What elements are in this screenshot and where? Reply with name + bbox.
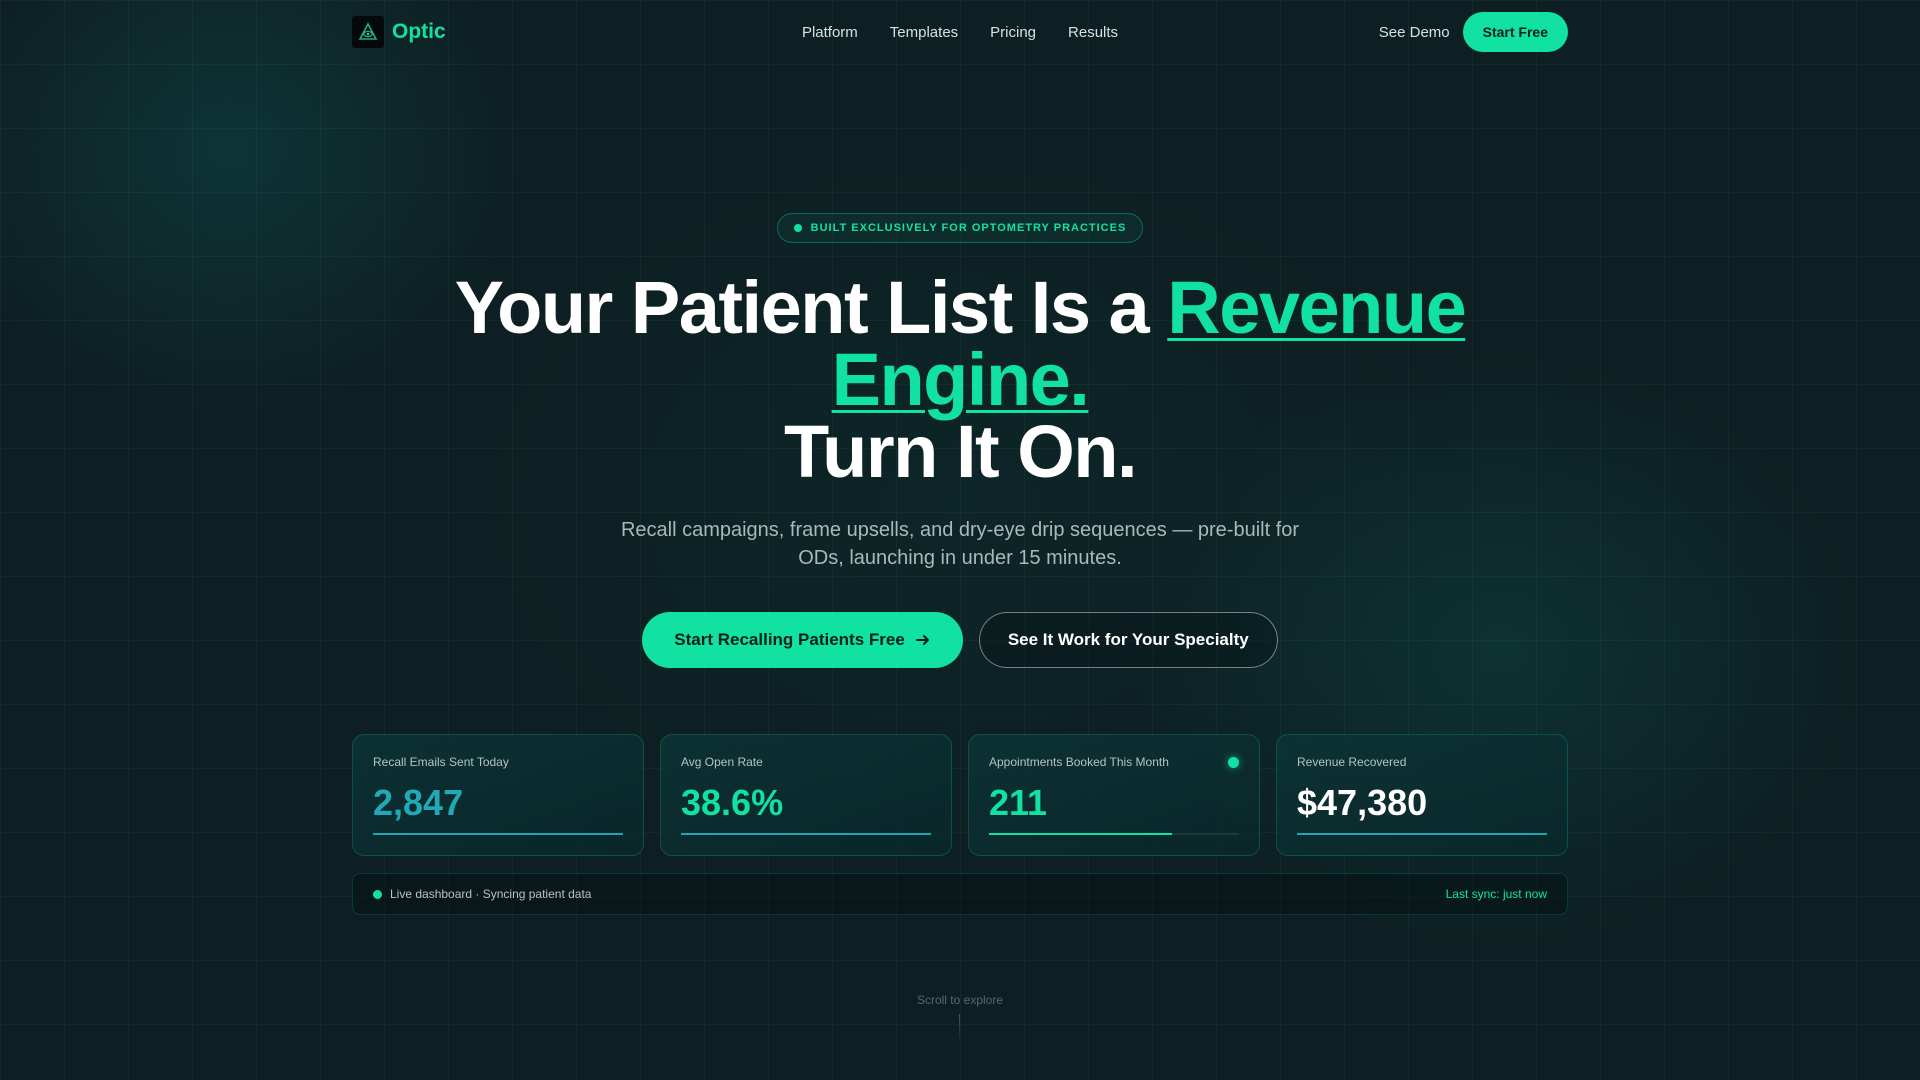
stat-card-recall-emails: Recall Emails Sent Today 2,847 <box>352 734 644 856</box>
stat-progress-bar <box>1297 833 1547 835</box>
nav-links: Platform Templates Pricing Results <box>802 24 1118 41</box>
stat-progress-fill <box>989 833 1172 835</box>
stat-progress-bar <box>681 833 931 835</box>
stat-progress-fill <box>1297 833 1547 835</box>
stat-progress-fill <box>681 833 931 835</box>
live-dashboard-strip: Live dashboard · Syncing patient data La… <box>352 873 1568 915</box>
nav-link-templates[interactable]: Templates <box>890 24 958 41</box>
stat-card-appointments: Appointments Booked This Month 211 <box>968 734 1260 856</box>
stat-progress-fill <box>373 833 623 835</box>
see-specialty-button[interactable]: See It Work for Your Specialty <box>978 612 1278 668</box>
stat-card-revenue: Revenue Recovered $47,380 <box>1276 734 1568 856</box>
see-demo-link[interactable]: See Demo <box>1379 24 1450 41</box>
brand-logo-link[interactable]: Optic <box>352 16 446 48</box>
scroll-hint[interactable]: Scroll to explore <box>0 993 1920 1007</box>
nav-link-platform[interactable]: Platform <box>802 24 858 41</box>
stats-row: Recall Emails Sent Today 2,847 Avg Open … <box>352 734 1568 856</box>
stat-value: 2,847 <box>373 782 464 823</box>
top-nav: Optic Platform Templates Pricing Results… <box>352 12 1568 52</box>
live-dot-icon <box>373 889 382 899</box>
stat-label: Appointments Booked This Month <box>989 755 1169 769</box>
hero-subhead: Recall campaigns, frame upsells, and dry… <box>620 519 1300 569</box>
headline-part1: Your Patient List Is a <box>454 266 1168 349</box>
stat-value: 38.6% <box>681 782 784 823</box>
scroll-line-indicator <box>959 1014 960 1044</box>
stat-label: Avg Open Rate <box>681 755 763 769</box>
start-free-button[interactable]: Start Free <box>1462 12 1568 52</box>
landing-page: Optic Platform Templates Pricing Results… <box>0 0 1920 1080</box>
brand-name: Optic <box>392 20 446 43</box>
live-indicator-icon <box>1228 757 1239 768</box>
headline-part2: Turn It On. <box>783 410 1138 493</box>
nav-link-results[interactable]: Results <box>1068 24 1118 41</box>
stat-progress-bar <box>373 833 623 835</box>
start-recalling-button[interactable]: Start Recalling Patients Free <box>642 612 963 668</box>
nav-actions: See Demo Start Free <box>1379 12 1568 52</box>
stat-progress-bar <box>989 833 1239 835</box>
live-status-text: Live dashboard · Syncing patient data <box>390 887 592 901</box>
live-status: Live dashboard · Syncing patient data <box>373 887 591 901</box>
stat-card-open-rate: Avg Open Rate 38.6% <box>660 734 952 856</box>
last-sync-text: Last sync: just now <box>1445 887 1547 901</box>
stat-label: Recall Emails Sent Today <box>373 755 509 769</box>
eye-triangle-logo-icon <box>352 16 384 48</box>
start-recalling-label: Start Recalling Patients Free <box>674 630 905 649</box>
cta-row: Start Recalling Patients Free See It Wor… <box>0 612 1920 668</box>
optometry-badge: BUILT EXCLUSIVELY FOR OPTOMETRY PRACTICE… <box>777 213 1143 243</box>
badge-dot-icon <box>793 224 802 232</box>
hero-headline: Your Patient List Is a Revenue Engine. T… <box>360 271 1560 493</box>
stat-label: Revenue Recovered <box>1297 755 1407 769</box>
stat-value: 211 <box>989 782 1048 823</box>
nav-link-pricing[interactable]: Pricing <box>990 24 1036 41</box>
badge-text: BUILT EXCLUSIVELY FOR OPTOMETRY PRACTICE… <box>810 222 1127 234</box>
stat-value: $47,380 <box>1297 782 1428 823</box>
arrow-right-icon <box>915 635 929 645</box>
